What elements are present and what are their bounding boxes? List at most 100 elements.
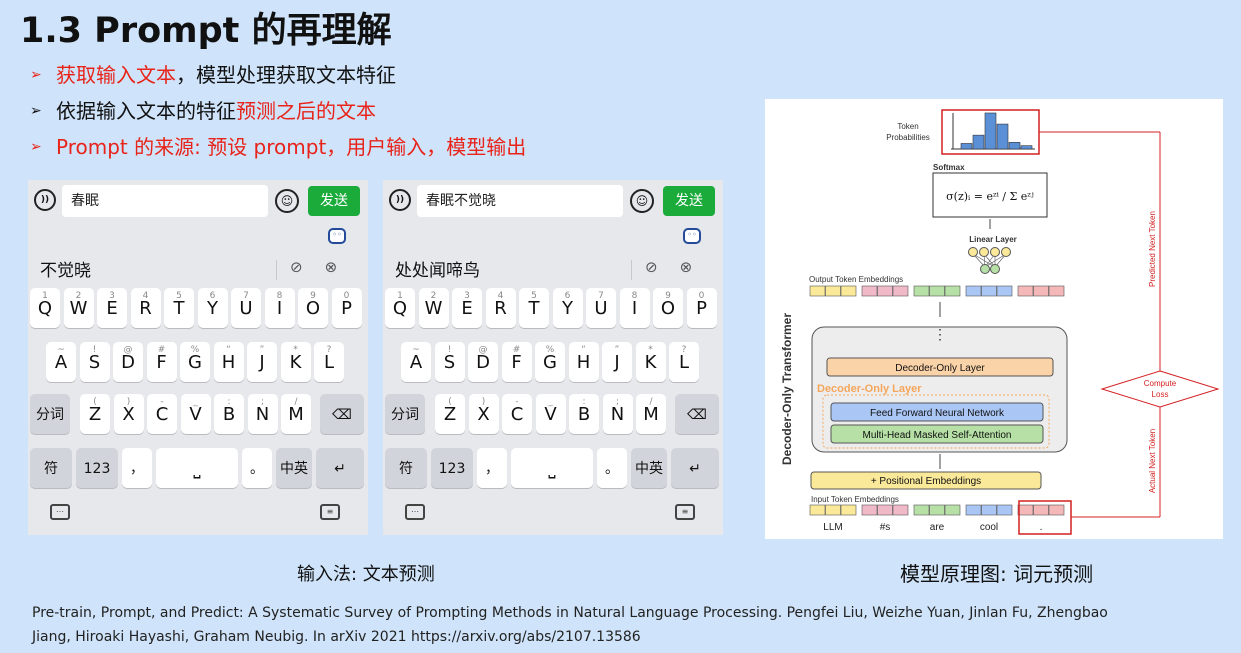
key-i[interactable]: 8I: [619, 288, 650, 328]
key-r[interactable]: 4R: [485, 288, 516, 328]
candidate-word[interactable]: 不觉晓: [40, 256, 91, 281]
voice-icon[interactable]: )): [389, 189, 411, 211]
key-j[interactable]: ” J: [247, 342, 277, 382]
key-q[interactable]: 1Q: [385, 288, 415, 328]
key-g[interactable]: % G: [180, 342, 210, 382]
key-u[interactable]: 7U: [231, 288, 261, 328]
clipboard-icon[interactable]: ≡: [320, 504, 340, 520]
close-icon[interactable]: ⊗: [325, 258, 360, 276]
voice-icon[interactable]: )): [34, 189, 56, 211]
key-a[interactable]: ~ A: [401, 342, 431, 382]
key-f[interactable]: # F: [501, 342, 532, 382]
side-label: Decoder-Only Transformer: [780, 313, 794, 465]
key-fenci[interactable]: 分词: [385, 394, 425, 434]
close-icon[interactable]: ⊗: [680, 258, 715, 276]
key-n[interactable]: ; N: [602, 394, 633, 434]
key-symbols[interactable]: 符: [385, 448, 427, 488]
key-sub-label: ;: [615, 397, 620, 407]
key-z[interactable]: (Z: [80, 394, 110, 434]
key-numbers[interactable]: 123: [431, 448, 473, 488]
clipboard-icon[interactable]: ≡: [675, 504, 695, 520]
key-n[interactable]: ; N: [247, 394, 278, 434]
key-f[interactable]: # F: [146, 342, 177, 382]
key-w[interactable]: 2W: [418, 288, 449, 328]
key-j[interactable]: ” J: [602, 342, 632, 382]
chat-input[interactable]: 春眠不觉晓: [417, 185, 623, 217]
robot-icon[interactable]: ◦◦: [683, 228, 701, 244]
link-icon[interactable]: ⊘: [290, 258, 325, 276]
key-period[interactable]: 。: [242, 448, 272, 488]
nn-node: [968, 247, 978, 257]
key-e[interactable]: 3E: [452, 288, 482, 328]
candidate-word[interactable]: 处处闻啼鸟: [395, 256, 480, 281]
key-o[interactable]: 9O: [653, 288, 683, 328]
key-t[interactable]: 5T: [519, 288, 549, 328]
key-e[interactable]: 3E: [97, 288, 127, 328]
key-lang-switch[interactable]: 中英: [631, 448, 667, 488]
key-a[interactable]: ~ A: [46, 342, 76, 382]
send-button[interactable]: 发送: [663, 186, 715, 216]
key-p[interactable]: 0P: [686, 288, 717, 328]
keyboard-icon[interactable]: ⋯: [50, 504, 70, 520]
key-fenci[interactable]: 分词: [30, 394, 70, 434]
key-label: 符: [399, 461, 413, 477]
key-y[interactable]: 6Y: [197, 288, 228, 328]
key-d[interactable]: @ D: [468, 342, 498, 382]
key-d[interactable]: @ D: [113, 342, 143, 382]
key-k[interactable]: * K: [280, 342, 311, 382]
key-c[interactable]: -C: [502, 394, 532, 434]
key-m[interactable]: / M: [281, 394, 311, 434]
key-r[interactable]: 4R: [130, 288, 161, 328]
key-symbols[interactable]: 符: [30, 448, 72, 488]
key-z[interactable]: (Z: [435, 394, 465, 434]
chat-input[interactable]: 春眠: [62, 185, 268, 217]
key-sub-label: -: [515, 397, 519, 407]
key-s[interactable]: ! S: [434, 342, 465, 382]
key-s[interactable]: ! S: [79, 342, 110, 382]
send-button[interactable]: 发送: [308, 186, 360, 216]
key-k[interactable]: * K: [635, 342, 666, 382]
key-x[interactable]: ) X: [113, 394, 144, 434]
key-q[interactable]: 1Q: [30, 288, 60, 328]
key-v[interactable]: _ V: [180, 394, 211, 434]
key-b[interactable]: :B: [214, 394, 244, 434]
key-v[interactable]: _ V: [535, 394, 566, 434]
nn-node: [1001, 247, 1011, 257]
key-l[interactable]: ? L: [314, 342, 344, 382]
key-comma[interactable]: ，: [122, 448, 152, 488]
key-numbers[interactable]: 123: [76, 448, 118, 488]
link-icon[interactable]: ⊘: [645, 258, 680, 276]
key-lang-switch[interactable]: 中英: [276, 448, 312, 488]
key-l[interactable]: ? L: [669, 342, 699, 382]
key-c[interactable]: -C: [147, 394, 177, 434]
key-period[interactable]: 。: [597, 448, 627, 488]
key-u[interactable]: 7U: [586, 288, 616, 328]
key-comma[interactable]: ，: [477, 448, 507, 488]
key-t[interactable]: 5T: [164, 288, 194, 328]
backspace-key[interactable]: ⌫: [675, 394, 719, 434]
key-i[interactable]: 8I: [264, 288, 295, 328]
emoji-icon[interactable]: ☺: [630, 189, 654, 213]
key-h[interactable]: “H: [213, 342, 244, 382]
key-x[interactable]: ) X: [468, 394, 499, 434]
key-m[interactable]: / M: [636, 394, 666, 434]
backspace-key[interactable]: ⌫: [320, 394, 364, 434]
key-h[interactable]: “H: [568, 342, 599, 382]
key-sub-label: ”: [259, 345, 265, 355]
space-key[interactable]: ⎵: [156, 448, 238, 488]
key-b[interactable]: :B: [569, 394, 599, 434]
enter-key[interactable]: ↵: [316, 448, 364, 488]
robot-icon[interactable]: ◦◦: [328, 228, 346, 244]
key-o[interactable]: 9O: [298, 288, 328, 328]
key-sub-label: “: [581, 345, 586, 355]
key-w[interactable]: 2W: [63, 288, 94, 328]
ffn-label: Feed Forward Neural Network: [870, 408, 1005, 419]
key-p[interactable]: 0P: [331, 288, 362, 328]
emoji-icon[interactable]: ☺: [275, 189, 299, 213]
key-g[interactable]: % G: [535, 342, 565, 382]
enter-key[interactable]: ↵: [671, 448, 719, 488]
space-key[interactable]: ⎵: [511, 448, 593, 488]
key-y[interactable]: 6Y: [552, 288, 583, 328]
keyboard-icon[interactable]: ⋯: [405, 504, 425, 520]
input-bar: )) 春眠 ☺ 发送: [28, 180, 368, 222]
